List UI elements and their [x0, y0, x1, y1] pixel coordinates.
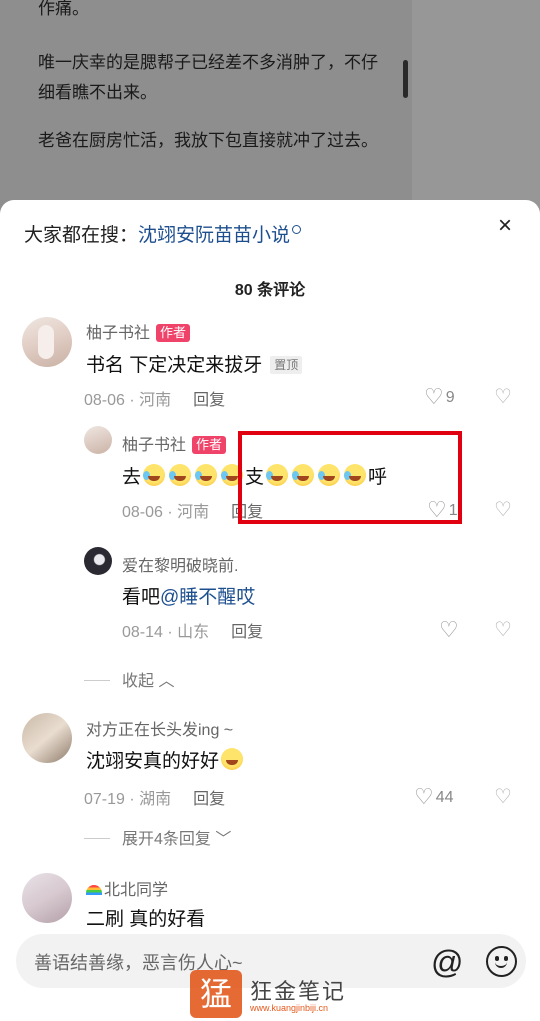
collapse-replies-button[interactable]: 收起 ︿ — [84, 667, 174, 691]
comment-meta: 07-19 · 湖南 回复 — [84, 785, 225, 809]
avatar[interactable] — [84, 547, 112, 575]
avatar[interactable] — [22, 713, 72, 763]
watermark-logo: 猛 — [190, 970, 242, 1018]
avatar[interactable] — [84, 426, 112, 454]
like-count: 44 — [435, 789, 454, 806]
like-button[interactable]: ♡ 44 — [414, 784, 454, 810]
comment-date-location: 08-14 · 山东 — [122, 624, 210, 641]
pinned-badge: 置顶 — [270, 356, 303, 374]
heart-outline-icon: ♡ — [424, 384, 444, 409]
at-icon[interactable]: @ — [431, 944, 463, 981]
comment-username[interactable]: 爱在黎明破晓前. — [122, 552, 238, 576]
broken-heart-icon[interactable]: ♡ — [494, 784, 512, 809]
comment-text: 书名 下定决定来拔牙 置顶 — [86, 350, 303, 377]
comment-text: 沈翊安真的好好 — [86, 746, 245, 773]
like-button[interactable]: ♡ 9 — [424, 384, 455, 410]
comment-username[interactable]: 对方正在长头发ing ~ — [86, 716, 233, 740]
heart-outline-icon: ♡ — [414, 784, 434, 809]
watermark-url: www.kuangjinbiji.cn — [250, 1003, 329, 1013]
comment-date-location: 07-19 · 湖南 — [84, 791, 172, 808]
hot-search-bar[interactable]: 大家都在搜：沈翊安阮苗苗小说 — [24, 220, 302, 247]
reader-background: 作痛。 唯一庆幸的是腮帮子已经差不多消肿了，不仔细看瞧不出来。 老爸在厨房忙活，… — [0, 0, 540, 230]
comment-meta: 08-06 · 河南 回复 — [84, 386, 225, 410]
reader-scrollbar[interactable] — [403, 60, 408, 98]
reply-button[interactable]: 回复 — [193, 392, 225, 409]
avatar[interactable] — [22, 317, 72, 367]
reader-paragraph: 唯一庆幸的是腮帮子已经差不多消肿了，不仔细看瞧不出来。 — [38, 53, 378, 102]
expand-replies-button[interactable]: 展开4条回复 ﹀ — [84, 825, 231, 849]
chevron-down-icon: ﹀ — [215, 831, 232, 848]
comment-username[interactable]: 北北同学 — [86, 876, 168, 900]
comment-date-location: 08-06 · 河南 — [122, 504, 210, 521]
watermark-text: 狂金笔记 — [250, 979, 347, 1004]
reader-paragraph: 老爸在厨房忙活，我放下包直接就冲了过去。 — [38, 131, 378, 150]
comment-text: 二刷 真的好看 — [86, 909, 206, 930]
like-button[interactable]: ♡ — [439, 617, 461, 643]
laugh-cry-emoji-icon — [195, 464, 218, 486]
broken-heart-icon[interactable]: ♡ — [494, 617, 512, 642]
author-badge: 作者 — [192, 436, 227, 454]
avatar[interactable] — [22, 873, 72, 923]
broken-heart-icon[interactable]: ♡ — [494, 384, 512, 409]
hot-search-label: 大家都在搜： — [24, 225, 139, 246]
like-count: 9 — [445, 389, 455, 406]
comment-username[interactable]: 柚子书社 作者 — [122, 431, 227, 455]
comment-sheet: 大家都在搜：沈翊安阮苗苗小说 × 80 条评论 柚子书社 作者 书名 下定决定来拔… — [0, 200, 540, 1021]
laugh-cry-emoji-icon — [169, 464, 192, 486]
divider — [84, 680, 110, 681]
annotation-highlight-box — [238, 431, 462, 524]
rainbow-emoji-icon — [86, 885, 102, 895]
comment-meta: 08-14 · 山东 回复 — [122, 618, 263, 642]
laugh-cry-emoji-icon — [143, 464, 166, 486]
search-icon — [292, 225, 302, 234]
comment-count: 80 条评论 — [234, 282, 306, 299]
broken-heart-icon[interactable]: ♡ — [494, 497, 512, 522]
heart-outline-icon: ♡ — [439, 617, 459, 642]
smile-icon[interactable] — [486, 946, 517, 977]
watermark: 猛 狂金笔记 www.kuangjinbiji.cn — [190, 970, 360, 1018]
user-mention-link[interactable]: @睡不醒哎 — [160, 587, 255, 608]
comment-username[interactable]: 柚子书社 作者 — [86, 319, 191, 343]
divider — [84, 838, 110, 839]
comment-text: 看吧@睡不醒哎 — [122, 587, 256, 608]
hot-search-keyword[interactable]: 沈翊安阮苗苗小说 — [138, 225, 290, 246]
comment-date-location: 08-06 · 河南 — [84, 392, 172, 409]
reader-side-pane — [412, 0, 540, 230]
pleading-emoji-icon — [221, 748, 244, 770]
close-icon[interactable]: × — [493, 214, 517, 238]
reply-button[interactable]: 回复 — [193, 791, 225, 808]
reply-button[interactable]: 回复 — [231, 624, 263, 641]
chevron-up-icon: ︿ — [158, 673, 175, 690]
author-badge: 作者 — [156, 324, 191, 342]
reader-line: 作痛。 — [38, 0, 89, 18]
